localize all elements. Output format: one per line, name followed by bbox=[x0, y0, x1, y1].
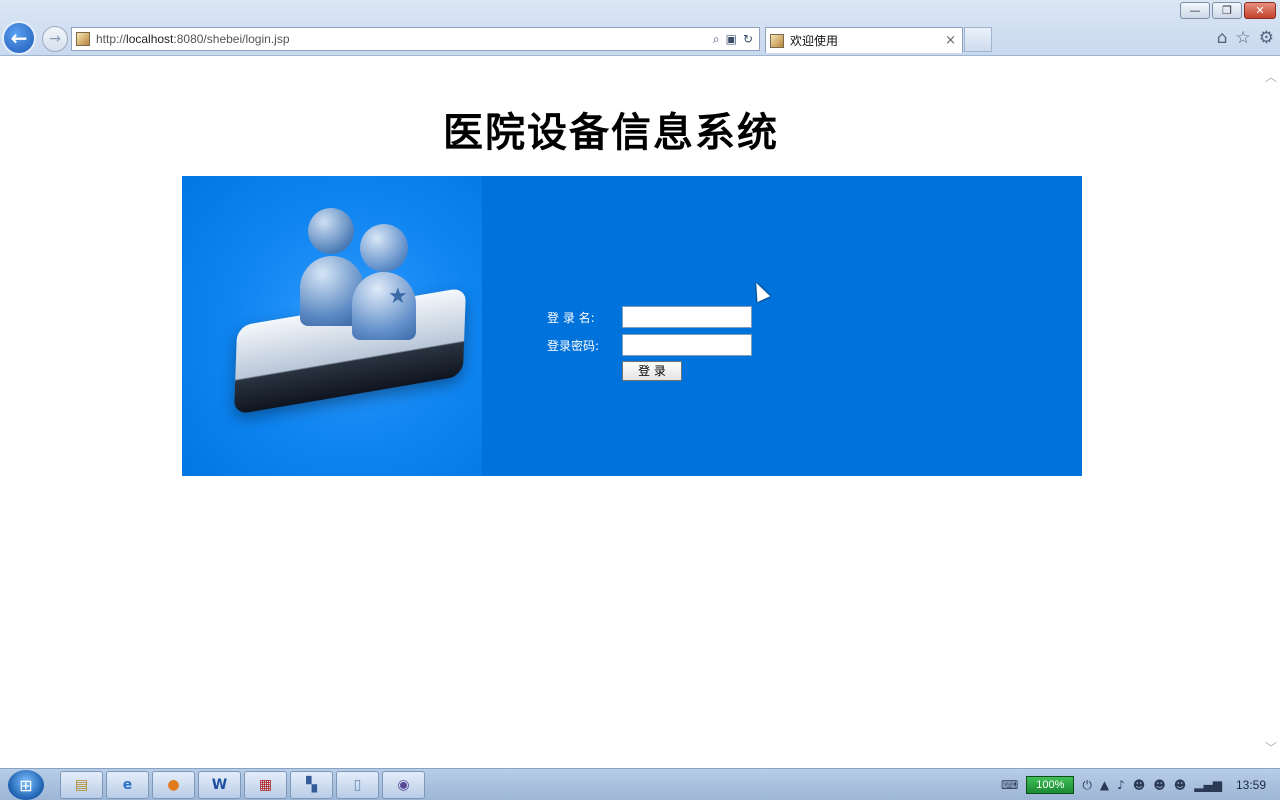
window-controls: — ❐ ✕ bbox=[1180, 2, 1276, 19]
forward-arrow-icon: → bbox=[49, 31, 61, 47]
taskbar-ie-icon[interactable]: e bbox=[106, 771, 149, 799]
taskbar: ⊞ ▤ e ● W ▦ ▚ ▯ ◉ ⌨ 100% ⏻ ▲ ♪ ☻ ☻ ☻ ▂▄▆… bbox=[0, 768, 1280, 800]
qq-penguin-icon-3[interactable]: ☻ bbox=[1174, 778, 1187, 792]
login-form: 登 录 名: 登录密码: 登 录 bbox=[547, 306, 752, 381]
back-button[interactable]: ← bbox=[2, 21, 36, 55]
address-bar[interactable]: http://localhost:8080/shebei/login.jsp ⌕… bbox=[71, 27, 760, 51]
star-icon: ★ bbox=[388, 284, 408, 309]
search-icon[interactable]: ⌕ bbox=[713, 32, 720, 47]
favorites-icon[interactable]: ☆ bbox=[1236, 28, 1251, 48]
password-row: 登录密码: bbox=[547, 334, 752, 356]
user-head-illustration-2 bbox=[360, 224, 408, 272]
qq-penguin-icon-2[interactable]: ☻ bbox=[1153, 778, 1166, 792]
taskbar-network-icon[interactable]: ▚ bbox=[290, 771, 333, 799]
page-favicon-icon bbox=[76, 32, 90, 46]
vertical-scrollbar[interactable]: ︿ ﹀ bbox=[1263, 56, 1280, 768]
tab-favicon-icon bbox=[770, 33, 784, 48]
home-icon[interactable]: ⌂ bbox=[1217, 28, 1228, 48]
battery-indicator[interactable]: 100% bbox=[1026, 776, 1075, 794]
login-name-row: 登 录 名: bbox=[547, 306, 752, 328]
password-label: 登录密码: bbox=[547, 338, 600, 353]
scroll-down-icon[interactable]: ﹀ bbox=[1265, 739, 1277, 756]
url-scheme: http:// bbox=[96, 32, 127, 46]
user-head-illustration bbox=[308, 208, 354, 254]
address-bar-icons: ⌕ ▣ ↻ bbox=[713, 32, 759, 47]
restore-button[interactable]: ❐ bbox=[1212, 2, 1242, 19]
taskbar-firefox-icon[interactable]: ● bbox=[152, 771, 195, 799]
scroll-up-icon[interactable]: ︿ bbox=[1265, 68, 1277, 85]
taskbar-notepad-icon[interactable]: ▯ bbox=[336, 771, 379, 799]
password-input[interactable] bbox=[622, 334, 752, 356]
windows-logo-icon: ⊞ bbox=[19, 775, 33, 795]
login-button[interactable]: 登 录 bbox=[622, 360, 682, 381]
login-panel: ★ 登 录 名: 登录密码: 登 录 bbox=[182, 176, 1082, 476]
keyboard-icon[interactable]: ⌨ bbox=[1001, 778, 1018, 792]
volume-icon[interactable]: ♪ bbox=[1117, 778, 1125, 792]
signal-icon[interactable]: ▂▄▆ bbox=[1194, 778, 1222, 792]
power-plug-icon[interactable]: ⏻ bbox=[1082, 778, 1092, 793]
address-url[interactable]: http://localhost:8080/shebei/login.jsp bbox=[96, 32, 713, 46]
tray-expand-icon[interactable]: ▲ bbox=[1100, 778, 1109, 792]
page-title: 医院设备信息系统 bbox=[443, 110, 779, 156]
taskbar-toolbox-icon[interactable]: ▦ bbox=[244, 771, 287, 799]
minimize-button[interactable]: — bbox=[1180, 2, 1210, 19]
login-button-row: 登 录 bbox=[622, 360, 752, 381]
close-window-button[interactable]: ✕ bbox=[1244, 2, 1276, 19]
taskbar-media-icon[interactable]: ◉ bbox=[382, 771, 425, 799]
new-tab-button[interactable] bbox=[964, 27, 992, 52]
login-illustration: ★ bbox=[182, 176, 482, 476]
taskbar-word-icon[interactable]: W bbox=[198, 771, 241, 799]
url-host: localhost bbox=[126, 32, 174, 46]
settings-icon[interactable]: ⚙ bbox=[1259, 28, 1274, 48]
clock[interactable]: 13:59 bbox=[1230, 778, 1272, 792]
forward-button[interactable]: → bbox=[42, 26, 68, 52]
tab-close-icon[interactable]: × bbox=[945, 33, 962, 48]
qq-penguin-icon[interactable]: ☻ bbox=[1133, 778, 1146, 792]
url-path: :8080/shebei/login.jsp bbox=[173, 32, 290, 46]
back-arrow-icon: ← bbox=[10, 26, 28, 50]
login-name-input[interactable] bbox=[622, 306, 752, 328]
taskbar-explorer-icon[interactable]: ▤ bbox=[60, 771, 103, 799]
browser-tools: ⌂ ☆ ⚙ bbox=[1217, 28, 1274, 48]
system-tray: ⌨ 100% ⏻ ▲ ♪ ☻ ☻ ☻ ▂▄▆ 13:59 bbox=[1001, 769, 1280, 801]
start-button[interactable]: ⊞ bbox=[8, 770, 44, 800]
login-name-label: 登 录 名: bbox=[547, 310, 595, 325]
browser-tab[interactable]: 欢迎使用 × bbox=[765, 27, 963, 53]
refresh-icon[interactable]: ↻ bbox=[743, 32, 753, 47]
browser-chrome: — ❐ ✕ ← → http://localhost:8080/shebei/l… bbox=[0, 0, 1280, 56]
tab-title: 欢迎使用 bbox=[790, 34, 839, 48]
page-viewport: 医院设备信息系统 ★ 登 录 名: 登录密码: 登 录 ︿ ﹀ bbox=[0, 56, 1280, 768]
compat-view-icon[interactable]: ▣ bbox=[726, 32, 737, 47]
